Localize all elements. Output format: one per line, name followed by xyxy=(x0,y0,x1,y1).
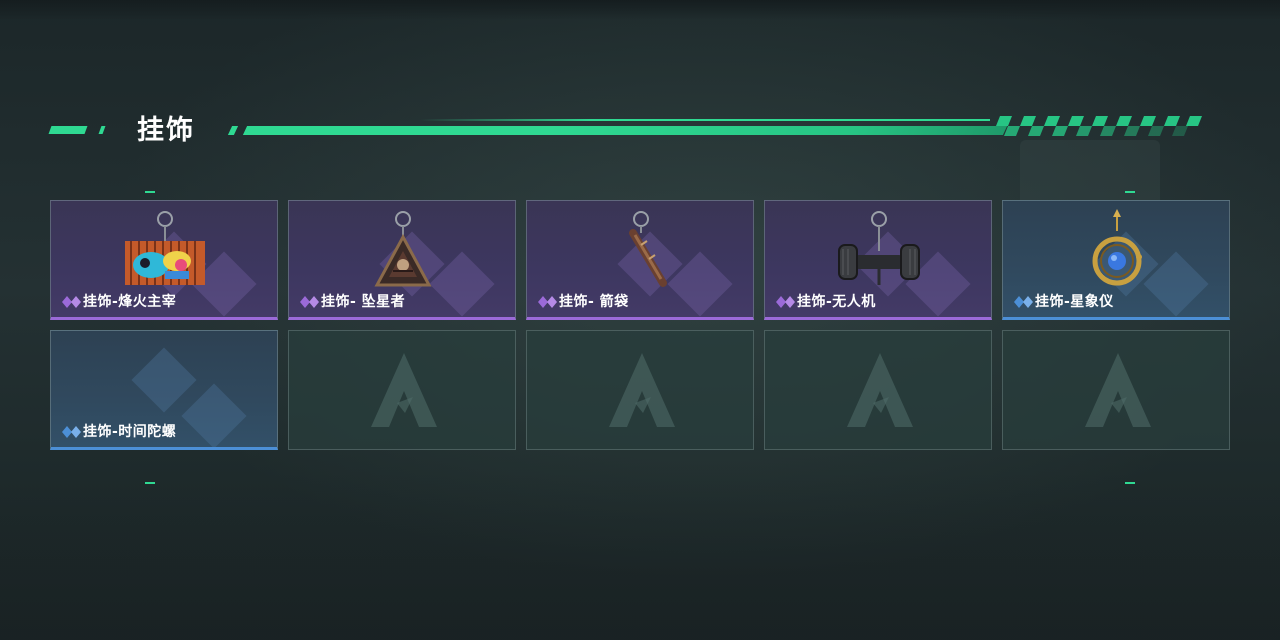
charm-name: 挂饰-星象仪 xyxy=(1035,294,1114,310)
rarity-epic-icon xyxy=(776,296,795,308)
frame-tick xyxy=(1125,191,1135,193)
empty-slot xyxy=(288,330,516,450)
header-bar xyxy=(242,126,1008,135)
charm-name: 挂饰-无人机 xyxy=(797,294,876,310)
triangle-pendant-charm-icon xyxy=(374,211,432,287)
section-header: 挂饰 xyxy=(0,100,1280,160)
empty-slot xyxy=(764,330,992,450)
charm-card[interactable]: 挂饰-时间陀螺 xyxy=(50,330,278,450)
rarity-epic-icon xyxy=(300,296,319,308)
drone-charm-icon xyxy=(838,211,920,285)
charm-name: 挂饰- 坠星者 xyxy=(321,294,406,310)
charm-card[interactable]: 挂饰-烽火主宰 xyxy=(50,200,278,320)
frame-tick xyxy=(145,191,155,193)
charm-name: 挂饰-烽火主宰 xyxy=(83,294,177,310)
game-logo-icon xyxy=(371,353,437,427)
frame-tick xyxy=(1125,482,1135,484)
game-logo-icon xyxy=(1085,353,1151,427)
charm-card[interactable]: 挂饰- 箭袋 xyxy=(526,200,754,320)
top-strip xyxy=(0,0,1280,20)
charm-card[interactable]: 挂饰-无人机 xyxy=(764,200,992,320)
header-thin-line xyxy=(420,119,990,121)
header-slash-decoration xyxy=(227,126,239,135)
empty-slot xyxy=(1002,330,1230,450)
frame-tick xyxy=(145,482,155,484)
quiver-charm-icon xyxy=(629,211,667,287)
charm-name: 挂饰- 箭袋 xyxy=(559,294,629,310)
background-floor xyxy=(0,470,1280,640)
charm-grid: 挂饰-烽火主宰 挂饰- 坠星者 挂饰- 箭袋 挂饰-无人机 挂饰-星象仪 挂饰-… xyxy=(50,200,1230,450)
charm-card[interactable]: 挂饰- 坠星者 xyxy=(288,200,516,320)
charm-name: 挂饰-时间陀螺 xyxy=(83,424,177,440)
rarity-rare-icon xyxy=(1014,296,1033,308)
charm-collection-screen: 挂饰 挂饰-烽火主宰 挂饰- 坠星者 挂饰- 箭袋 挂饰-无人机 挂饰-星象仪 … xyxy=(0,0,1280,640)
rarity-epic-icon xyxy=(538,296,557,308)
graffiti-container-charm-icon xyxy=(125,211,205,285)
header-dash-decoration xyxy=(98,126,106,134)
header-checker-decoration xyxy=(996,116,1202,136)
empty-slot xyxy=(526,330,754,450)
card-bg-diamond xyxy=(181,383,247,447)
card-bg-diamond xyxy=(131,347,197,413)
section-title: 挂饰 xyxy=(137,115,195,146)
astrolabe-charm-icon xyxy=(1092,209,1142,286)
rarity-rare-icon xyxy=(62,426,81,438)
game-logo-icon xyxy=(847,353,913,427)
charm-card[interactable]: 挂饰-星象仪 xyxy=(1002,200,1230,320)
header-dash-decoration xyxy=(48,126,88,134)
game-logo-icon xyxy=(609,353,675,427)
rarity-epic-icon xyxy=(62,296,81,308)
